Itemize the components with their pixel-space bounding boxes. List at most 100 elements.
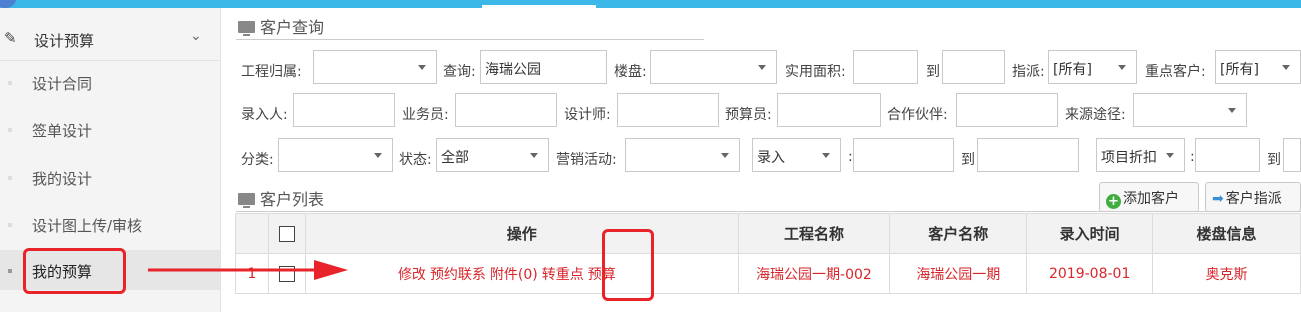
row-number-header — [235, 213, 269, 254]
table-row: 1 修改 预约联系 附件(0) 转重点 预算 海瑞公园一期-002 海瑞公园一期 201… — [235, 253, 1301, 294]
marketing-label: 营销活动: — [556, 152, 617, 168]
caret-down-icon — [1228, 108, 1236, 113]
arrow-right-icon: ➡ — [1212, 191, 1224, 207]
monitor-icon — [238, 193, 255, 208]
monitor-icon — [238, 21, 255, 36]
column-header-entry-time[interactable]: 录入时间 — [1026, 213, 1154, 254]
bullet-icon — [8, 176, 12, 180]
discount-to-input[interactable] — [1283, 138, 1301, 172]
select-all-checkbox[interactable] — [278, 226, 295, 242]
estimator-input[interactable] — [777, 93, 881, 127]
entered-by-input[interactable] — [293, 93, 395, 127]
area-label: 实用面积: — [785, 64, 846, 80]
project-name-cell[interactable]: 海瑞公园一期-002 — [737, 253, 891, 294]
category-select[interactable] — [278, 138, 393, 172]
mark-key-link[interactable]: 转重点 — [542, 267, 584, 283]
entry-to-label: 到 — [961, 152, 975, 168]
discount-from-input[interactable] — [1195, 138, 1260, 172]
area-min-input[interactable] — [853, 50, 918, 84]
column-header-project-name[interactable]: 工程名称 — [737, 213, 891, 254]
add-icon: + — [1106, 194, 1121, 209]
partner-label: 合作伙伴: — [887, 107, 948, 123]
row-actions: 修改 预约联系 附件(0) 转重点 预算 — [304, 253, 739, 294]
salesperson-label: 业务员: — [402, 107, 449, 123]
bullet-icon — [8, 269, 12, 273]
sidebar-highlight-box — [23, 248, 126, 294]
entry-field-select[interactable]: 录入 — [752, 138, 841, 172]
divider — [236, 39, 704, 40]
salesperson-input[interactable] — [455, 93, 557, 127]
chevron-down-icon: ⌄ — [190, 28, 202, 44]
caret-down-icon — [1166, 153, 1174, 158]
entry-to-input[interactable] — [977, 138, 1079, 172]
customer-name-cell[interactable]: 海瑞公园一期 — [889, 253, 1028, 294]
app-logo-icon — [0, 0, 16, 8]
caret-down-icon — [721, 153, 729, 158]
customer-query-title: 客户查询 — [238, 14, 324, 38]
sidebar-item-label: 设计图上传/审核 — [32, 217, 143, 235]
caret-down-icon — [1118, 65, 1126, 70]
status-label: 状态: — [399, 152, 432, 168]
edit-link[interactable]: 修改 — [398, 267, 426, 283]
annotation-arrow-icon — [148, 260, 348, 280]
estimator-label: 预算员: — [725, 107, 772, 123]
marketing-select[interactable] — [625, 138, 740, 172]
query-input[interactable]: 海瑞公园 — [480, 50, 607, 84]
entry-time-cell: 2019-08-01 — [1026, 253, 1154, 294]
sidebar-item-label: 我的设计 — [32, 170, 93, 188]
query-label: 查询: — [443, 64, 476, 80]
caret-down-icon — [758, 65, 766, 70]
source-select[interactable] — [1133, 93, 1247, 127]
sidebar-item-label: 设计合同 — [32, 75, 93, 93]
property-info-cell: 奥克斯 — [1152, 253, 1301, 294]
partner-input[interactable] — [956, 93, 1058, 127]
source-label: 来源途径: — [1065, 107, 1126, 123]
assign-select[interactable]: [所有] — [1048, 50, 1137, 84]
column-header-property-info[interactable]: 楼盘信息 — [1152, 213, 1301, 254]
caret-down-icon — [1282, 65, 1290, 70]
budget-highlight-box — [602, 229, 654, 301]
project-owner-select[interactable] — [313, 50, 437, 84]
status-select[interactable]: 全部 — [436, 138, 549, 172]
column-header-actions: 操作 — [304, 213, 739, 254]
property-label: 楼盘: — [614, 64, 647, 80]
caret-down-icon — [530, 153, 538, 158]
attachment-link[interactable]: 附件(0) — [490, 267, 538, 283]
assign-customer-button[interactable]: ➡ 客户指派 — [1205, 182, 1301, 212]
colon-label-2: : — [1190, 149, 1195, 165]
caret-down-icon — [374, 153, 382, 158]
bullet-icon — [8, 223, 12, 227]
key-customer-select[interactable]: [所有] — [1215, 50, 1301, 84]
sidebar-item-sign-design[interactable]: 签单设计 — [0, 109, 220, 149]
category-label: 分类: — [241, 152, 274, 168]
edit-icon: ✎ — [4, 29, 17, 47]
discount-field-select[interactable]: 项目折扣 — [1096, 138, 1185, 172]
sidebar-item-label: 签单设计 — [32, 122, 93, 140]
bullet-icon — [8, 81, 12, 85]
colon-label: : — [848, 149, 853, 165]
area-max-input[interactable] — [942, 50, 1005, 84]
sidebar-item-my-design[interactable]: 我的设计 — [0, 157, 220, 197]
customer-table: 操作 工程名称 客户名称 录入时间 楼盘信息 1 修改 预约联系 附件(0) 转重点预… — [235, 213, 1301, 294]
select-all-cell — [267, 213, 306, 254]
customer-list-title: 客户列表 — [238, 186, 324, 210]
sidebar-item-drawing-upload[interactable]: 设计图上传/审核 — [0, 204, 220, 244]
caret-down-icon — [418, 65, 426, 70]
discount-to-label: 到 — [1267, 152, 1281, 168]
active-tab-indicator — [482, 5, 596, 8]
appointment-link[interactable]: 预约联系 — [430, 267, 486, 283]
property-select[interactable] — [650, 50, 777, 84]
table-header-row: 操作 工程名称 客户名称 录入时间 楼盘信息 — [235, 213, 1301, 254]
sidebar-item-design-contract[interactable]: 设计合同 — [0, 62, 220, 102]
add-customer-button[interactable]: + 添加客户 — [1099, 182, 1199, 212]
area-to-label: 到 — [926, 64, 940, 80]
top-bar — [0, 0, 1301, 8]
column-header-customer-name[interactable]: 客户名称 — [889, 213, 1028, 254]
sidebar-group-design-budget[interactable]: ✎ 设计预算 ⌄ — [0, 16, 220, 61]
bullet-icon — [8, 128, 12, 132]
designer-label: 设计师: — [564, 107, 611, 123]
project-owner-label: 工程归属: — [241, 64, 302, 80]
designer-input[interactable] — [617, 93, 719, 127]
caret-down-icon — [822, 153, 830, 158]
entry-from-input[interactable] — [853, 138, 954, 172]
